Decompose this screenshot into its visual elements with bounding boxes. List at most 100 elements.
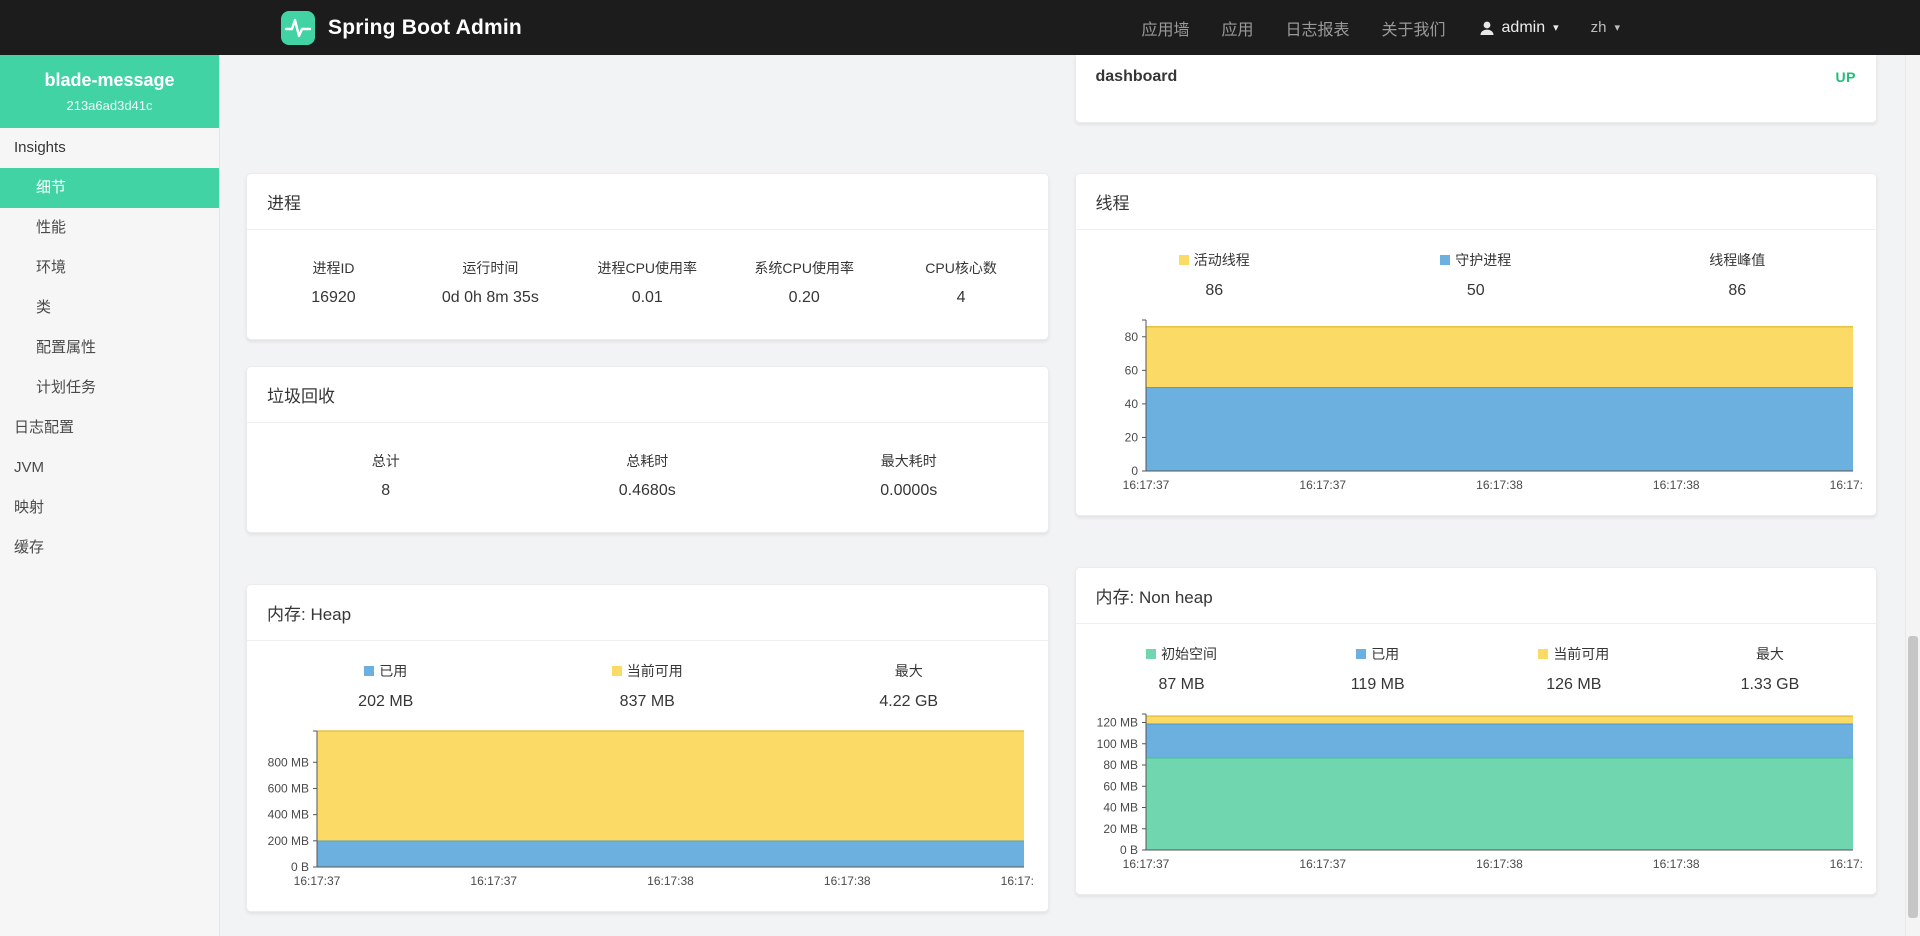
legend-label: 活动线程 <box>1194 250 1250 270</box>
process-card-title: 进程 <box>247 174 1048 230</box>
svg-text:16:17:37: 16:17:37 <box>470 874 517 888</box>
scrollbar[interactable] <box>1905 55 1920 936</box>
brand[interactable]: Spring Boot Admin <box>281 11 522 45</box>
stat-uptime: 运行时间 0d 0h 8m 35s <box>412 258 569 307</box>
legend-swatch <box>1538 649 1548 659</box>
legend-value: 119 MB <box>1280 676 1476 694</box>
svg-text:60: 60 <box>1124 363 1138 377</box>
svg-text:16:17:37: 16:17:37 <box>1122 478 1169 492</box>
legend-label: 已用 <box>1371 644 1399 664</box>
health-card: dashboard UP <box>1075 55 1878 123</box>
svg-text:16:17:38: 16:17:38 <box>1476 478 1523 492</box>
sidebar-item-scheduled-tasks[interactable]: 计划任务 <box>0 368 219 408</box>
health-item-dashboard[interactable]: dashboard UP <box>1076 55 1877 96</box>
legend-value: 837 MB <box>517 693 779 711</box>
sidebar-item-metrics[interactable]: 性能 <box>0 208 219 248</box>
heap-legend: 已用 202 MB 当前可用 837 MB <box>247 641 1048 717</box>
locale-label: zh <box>1591 19 1607 36</box>
status-badge: UP <box>1836 69 1856 85</box>
process-card: 进程 进程ID 16920 运行时间 0d 0h 8m 35s 进程CPU使用率 <box>246 173 1049 340</box>
chevron-down-icon: ▾ <box>1553 21 1559 34</box>
legend-label: 当前可用 <box>1553 644 1609 664</box>
legend-swatch <box>612 666 622 676</box>
stat-gc-count: 总计 8 <box>255 451 517 500</box>
brand-title: Spring Boot Admin <box>328 16 522 40</box>
legend-item-daemon-threads: 守护进程 50 <box>1345 250 1607 300</box>
legend-label: 线程峰值 <box>1709 250 1765 270</box>
user-menu[interactable]: admin ▾ <box>1478 19 1559 37</box>
svg-text:16:17:37: 16:17:37 <box>1299 857 1346 871</box>
instance-header[interactable]: blade-message 213a6ad3d41c <box>0 55 219 128</box>
stat-system-cpu: 系统CPU使用率 0.20 <box>726 258 883 307</box>
navbar-menu: 应用墙 应用 日志报表 关于我们 admin ▾ zh ▾ <box>1141 16 1620 40</box>
svg-text:16:17:37: 16:17:37 <box>294 874 341 888</box>
nav-item-journal[interactable]: 日志报表 <box>1285 16 1349 40</box>
legend-item-live-threads: 活动线程 86 <box>1084 250 1346 300</box>
legend-label: 守护进程 <box>1455 250 1511 270</box>
sidebar-item-caches[interactable]: 缓存 <box>0 528 219 568</box>
legend-label: 当前可用 <box>627 661 683 681</box>
sidebar-item-beans[interactable]: 类 <box>0 288 219 328</box>
heap-memory-chart: 0 B 200 MB 400 MB 600 MB 800 MB 16:17:37 16:17… <box>257 723 1034 893</box>
sidebar-item-config-props[interactable]: 配置属性 <box>0 328 219 368</box>
instance-id: 213a6ad3d41c <box>8 98 211 113</box>
sidebar: blade-message 213a6ad3d41c Insights 细节 性… <box>0 55 220 936</box>
scrollbar-thumb[interactable] <box>1908 636 1918 918</box>
left-column: 进程 进程ID 16920 运行时间 0d 0h 8m 35s 进程CPU使用率 <box>246 55 1049 912</box>
svg-text:0: 0 <box>1131 464 1138 478</box>
nav-item-applications[interactable]: 应用 <box>1221 16 1253 40</box>
svg-text:120 MB: 120 MB <box>1096 716 1137 730</box>
memory-heap-card: 内存: Heap 已用 202 MB 当前可用 <box>246 584 1049 912</box>
legend-item-peak-threads: 线程峰值 86 <box>1607 250 1869 300</box>
chevron-down-icon: ▾ <box>1614 21 1620 34</box>
top-navbar: Spring Boot Admin 应用墙 应用 日志报表 关于我们 admin… <box>0 0 1920 55</box>
sidebar-item-loggers[interactable]: 日志配置 <box>0 408 219 448</box>
sidebar-item-jvm[interactable]: JVM <box>0 448 219 488</box>
memory-nonheap-card: 内存: Non heap 初始空间 87 MB 已 <box>1075 567 1878 895</box>
legend-label: 已用 <box>379 661 407 681</box>
svg-text:16:17:38: 16:17:38 <box>1652 478 1699 492</box>
legend-value: 50 <box>1345 282 1607 300</box>
health-item-name: dashboard <box>1096 68 1178 86</box>
gc-stats: 总计 8 总耗时 0.4680s 最大耗时 0.0000s <box>247 423 1048 532</box>
svg-text:600 MB: 600 MB <box>268 781 309 795</box>
legend-value: 4.22 GB <box>778 693 1040 711</box>
legend-item-available: 当前可用 837 MB <box>517 661 779 711</box>
locale-menu[interactable]: zh ▾ <box>1591 19 1620 36</box>
legend-swatch <box>364 666 374 676</box>
nav-item-about[interactable]: 关于我们 <box>1382 16 1446 40</box>
legend-value: 86 <box>1084 282 1346 300</box>
main-content: 进程 进程ID 16920 运行时间 0d 0h 8m 35s 进程CPU使用率 <box>220 55 1920 936</box>
svg-text:16:17:39: 16:17:39 <box>1001 874 1034 888</box>
legend-item-max: 最大 1.33 GB <box>1672 644 1868 694</box>
stat-cpu-cores: CPU核心数 4 <box>883 258 1040 307</box>
legend-value: 86 <box>1607 282 1869 300</box>
svg-text:16:17:37: 16:17:37 <box>1299 478 1346 492</box>
nonheap-memory-chart: 0 B20 MB40 MB60 MB80 MB100 MB120 MB16:17… <box>1086 706 1863 876</box>
gc-card: 垃圾回收 总计 8 总耗时 0.4680s 最大耗时 0.0000s <box>246 366 1049 533</box>
right-column: dashboard UP 线程 活动线程 86 <box>1075 55 1878 912</box>
nav-item-wallboard[interactable]: 应用墙 <box>1141 16 1189 40</box>
legend-swatch <box>1146 649 1156 659</box>
svg-text:400 MB: 400 MB <box>268 808 309 822</box>
svg-text:800 MB: 800 MB <box>268 755 309 769</box>
svg-text:0 B: 0 B <box>291 860 309 874</box>
gc-card-title: 垃圾回收 <box>247 367 1048 423</box>
stat-gc-max-time: 最大耗时 0.0000s <box>778 451 1040 500</box>
sidebar-section-insights[interactable]: Insights <box>0 128 219 168</box>
legend-item-used: 已用 202 MB <box>255 661 517 711</box>
svg-text:200 MB: 200 MB <box>268 834 309 848</box>
threads-card-title: 线程 <box>1076 174 1877 230</box>
sidebar-item-mappings[interactable]: 映射 <box>0 488 219 528</box>
svg-text:16:17:38: 16:17:38 <box>1476 857 1523 871</box>
user-icon <box>1478 19 1496 37</box>
sidebar-item-environment[interactable]: 环境 <box>0 248 219 288</box>
legend-item-max: 最大 4.22 GB <box>778 661 1040 711</box>
sidebar-item-details[interactable]: 细节 <box>0 168 219 208</box>
stat-process-cpu: 进程CPU使用率 0.01 <box>569 258 726 307</box>
svg-text:100 MB: 100 MB <box>1096 737 1137 751</box>
legend-swatch <box>1440 255 1450 265</box>
svg-text:16:17:37: 16:17:37 <box>1122 857 1169 871</box>
legend-item-initial: 初始空间 87 MB <box>1084 644 1280 694</box>
legend-item-used: 已用 119 MB <box>1280 644 1476 694</box>
